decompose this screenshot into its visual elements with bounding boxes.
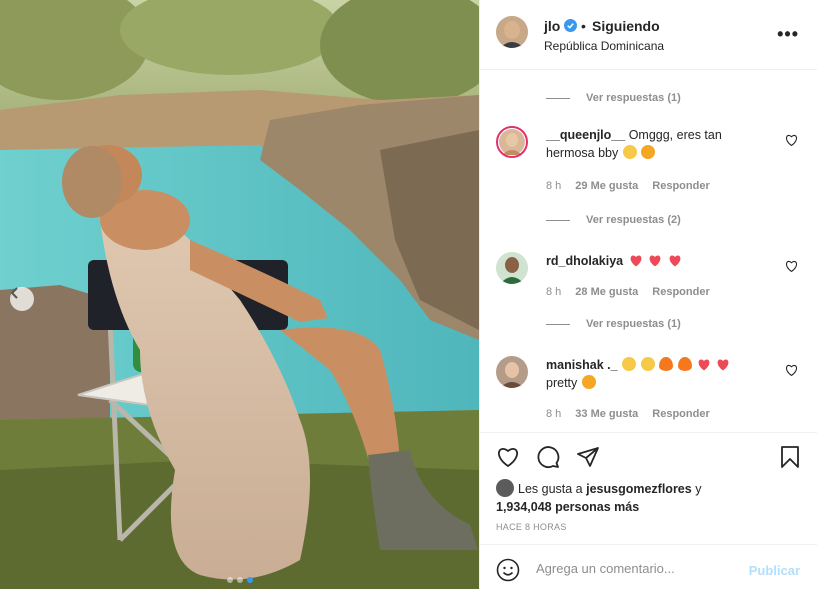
view-replies-label: Ver respuestas (2) [586,214,681,226]
carousel-prev-button[interactable] [10,287,34,311]
likes-summary: Les gusta a jesusgomezflores y 1,934,048… [496,479,796,516]
comments-list[interactable]: Ver respuestas (1) __queenjlo__ Omggg, e… [480,70,817,432]
carousel-dot-active [246,577,253,583]
verified-badge-icon [564,19,577,32]
comment-text: rd_dholakiya [546,252,768,270]
reply-button[interactable]: Responder [652,408,709,420]
avatar-image [496,252,528,284]
heart-eyes-emoji-icon [641,145,656,159]
share-paper-plane-icon[interactable] [576,445,600,469]
author-avatar[interactable] [496,16,528,48]
comment-meta: 8 h 33 Me gusta Responder [546,408,710,420]
reply-button[interactable]: Responder [652,180,709,192]
comment-bubble-icon[interactable] [536,445,560,469]
comment-likes[interactable]: 28 Me gusta [575,286,638,298]
commenter-avatar[interactable] [496,356,528,388]
comment-text: __queenjlo__ Omggg, eres tan hermosa bby [546,126,768,162]
carousel-dot [226,577,233,583]
replies-line [546,219,570,221]
commenter-username[interactable]: manishak ._ [546,358,618,372]
post-header: jlo • Siguiendo República Dominicana ••• [480,0,817,70]
comment-meta: 8 h 29 Me gusta Responder [546,180,710,192]
save-bookmark-icon[interactable] [778,445,802,469]
like-comment-heart-icon[interactable] [785,364,798,376]
red-heart-emoji-icon [649,255,661,267]
chevron-left-icon [10,287,18,299]
replies-line [546,323,570,325]
fire-emoji-icon [677,357,692,371]
following-button[interactable]: Siguiendo [592,18,660,34]
comment-input[interactable] [536,557,736,579]
replies-line [546,97,570,99]
heart-eyes-emoji-icon [581,375,596,389]
commenter-avatar[interactable] [496,252,528,284]
post-location[interactable]: República Dominicana [544,39,664,53]
commenter-avatar[interactable] [496,126,528,158]
carousel-dot [236,577,243,583]
comment-likes[interactable]: 29 Me gusta [575,180,638,192]
commenter-username[interactable]: rd_dholakiya [546,254,623,268]
author-username[interactable]: jlo [544,18,560,34]
liker-avatar[interactable] [496,479,514,497]
view-replies-button[interactable]: Ver respuestas (2) [546,214,681,226]
red-heart-emoji-icon [718,359,729,371]
red-heart-emoji-icon [669,255,680,267]
avatar-image [496,16,528,48]
view-replies-button[interactable]: Ver respuestas (1) [546,318,681,330]
reply-button[interactable]: Responder [652,286,709,298]
avatar-image [499,129,525,155]
carousel-indicator [0,577,479,583]
view-replies-label: Ver respuestas (1) [586,318,681,330]
likes-count[interactable]: 1,934,048 personas más [496,500,639,514]
comment-meta: 8 h 28 Me gusta Responder [546,286,710,298]
commenter-username[interactable]: __queenjlo__ [546,128,625,142]
fire-emoji-icon [659,357,674,371]
post-actions: Les gusta a jesusgomezflores y 1,934,048… [480,432,817,544]
like-comment-heart-icon[interactable] [785,260,798,272]
likes-prefix: Les gusta a [518,482,583,496]
more-options-icon[interactable]: ••• [777,24,799,45]
red-heart-emoji-icon [698,359,710,371]
view-replies-label: Ver respuestas (1) [586,92,681,104]
photo-illustration [0,0,479,589]
comment-likes[interactable]: 33 Me gusta [575,408,638,420]
post-timestamp[interactable]: HACE 8 HORAS [496,522,567,532]
post-comment-button[interactable]: Publicar [749,563,800,578]
header-separator: • [581,18,586,34]
comment-time[interactable]: 8 h [546,180,561,192]
like-comment-heart-icon[interactable] [785,134,798,146]
post-side-panel: jlo • Siguiendo República Dominicana •••… [479,0,817,589]
add-comment-bar: Publicar [480,544,817,589]
view-replies-button[interactable]: Ver respuestas (1) [546,92,681,104]
avatar-image [496,356,528,388]
comment-text: manishak ._ pretty [546,356,768,392]
comment-body: pretty [546,376,578,390]
comment-time[interactable]: 8 h [546,286,561,298]
comment-time[interactable]: 8 h [546,408,561,420]
liked-by-username[interactable]: jesusgomezflores [586,482,692,496]
like-heart-icon[interactable] [496,445,520,469]
crying-emoji-icon [622,145,637,159]
screaming-emoji-icon [640,357,655,371]
likes-connector: y [695,482,702,496]
emoji-smile-icon[interactable] [496,558,520,582]
red-heart-emoji-icon [630,255,641,267]
screaming-emoji-icon [622,357,637,371]
post-photo[interactable] [0,0,479,589]
